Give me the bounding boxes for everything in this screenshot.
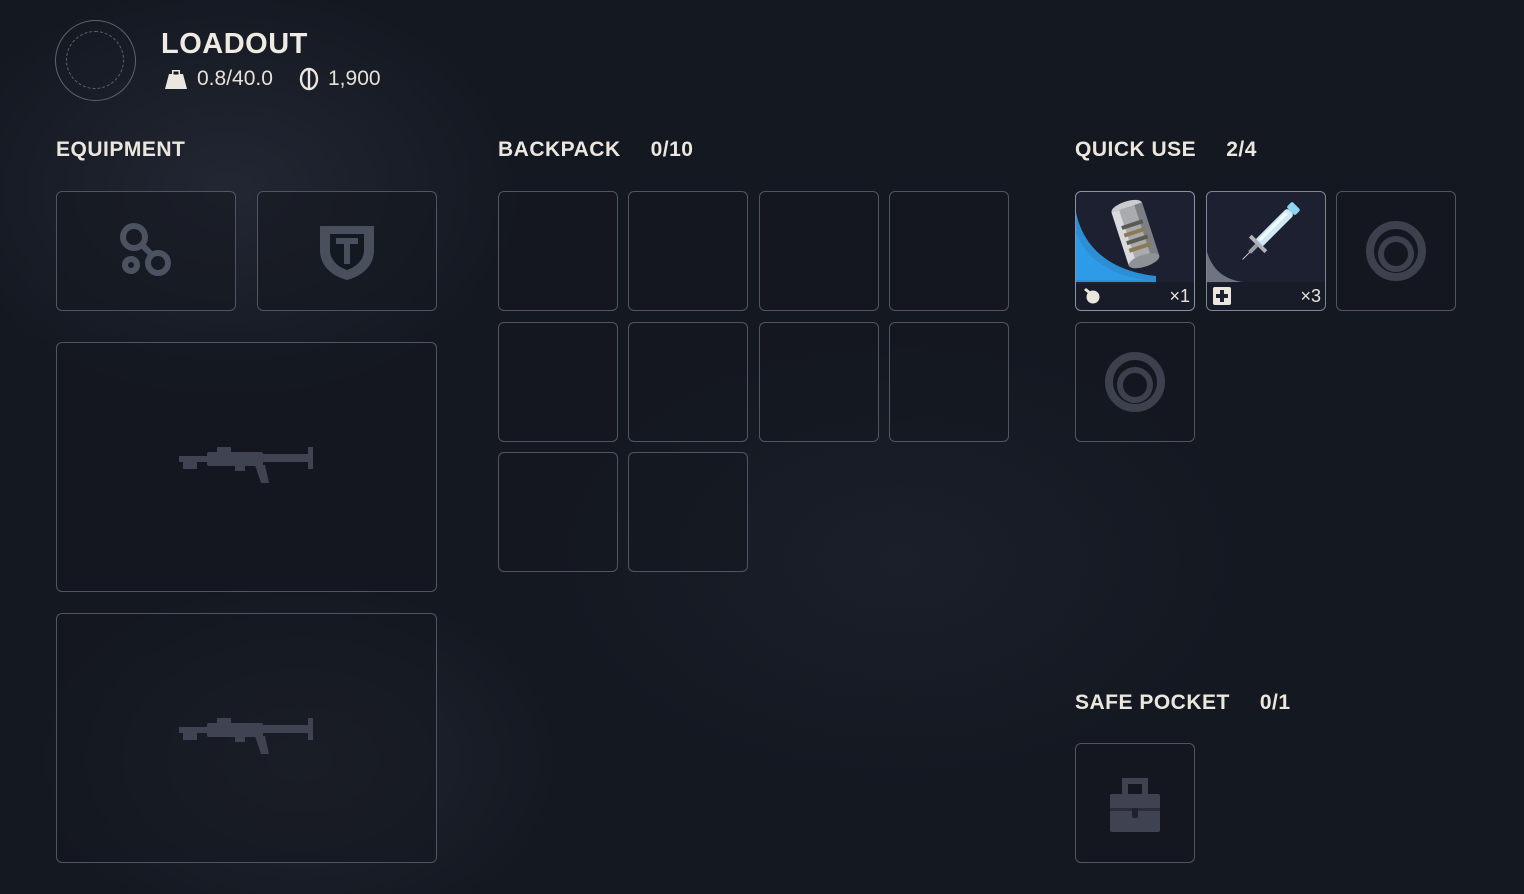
backpack-slot[interactable]: [889, 322, 1009, 442]
coins-value: 1,900: [328, 67, 381, 90]
grenade-canister-icon: [1111, 199, 1160, 269]
quick-use-count: 2/4: [1226, 138, 1257, 161]
weight-icon: [165, 70, 187, 89]
rifle-icon: [178, 447, 313, 483]
quick-use-slot-3[interactable]: [1336, 191, 1456, 311]
item-quantity: ×1: [1169, 286, 1190, 306]
player-avatar[interactable]: [55, 20, 136, 101]
backpack-count: 0/10: [650, 138, 694, 161]
rifle-icon: [178, 718, 313, 754]
equipment-title: EQUIPMENT: [56, 138, 186, 161]
secondary-weapon-slot[interactable]: [56, 613, 437, 863]
coins-stat: 1,900: [298, 66, 381, 92]
quick-use-slot-4[interactable]: [1075, 322, 1195, 442]
backpack-slot[interactable]: [498, 452, 618, 572]
quick-use-header: QUICK USE 2/4: [1075, 137, 1257, 163]
quick-use-title: QUICK USE: [1075, 138, 1197, 161]
coin-icon: [299, 67, 319, 91]
augment-icon: [120, 223, 171, 276]
backpack-slot[interactable]: [759, 191, 879, 311]
quick-use-slot-1[interactable]: ×1: [1075, 191, 1195, 311]
avatar-placeholder-ring: [66, 31, 124, 89]
medical-plus-icon: [1213, 287, 1231, 305]
weight-stat: 0.8/40.0: [163, 66, 273, 92]
backpack-title: BACKPACK: [498, 138, 621, 161]
safe-pocket-slot[interactable]: [1075, 743, 1195, 863]
shield-icon: [320, 226, 374, 280]
backpack-header: BACKPACK 0/10: [498, 137, 693, 163]
page-title: LOADOUT: [161, 28, 308, 60]
item-quantity: ×3: [1300, 286, 1321, 306]
backpack-slot[interactable]: [628, 322, 748, 442]
safe-pocket-title: SAFE POCKET: [1075, 691, 1230, 714]
backpack-slot[interactable]: [498, 322, 618, 442]
primary-weapon-slot[interactable]: [56, 342, 437, 592]
backpack-slot[interactable]: [628, 191, 748, 311]
empty-ring-icon: [1366, 221, 1426, 281]
backpack-slot[interactable]: [628, 452, 748, 572]
backpack-slot[interactable]: [759, 322, 879, 442]
grenade-hand-icon: [1084, 288, 1100, 304]
safe-pocket-count: 0/1: [1259, 691, 1291, 714]
weight-value: 0.8/40.0: [197, 67, 273, 90]
safe-pocket-header: SAFE POCKET 0/1: [1075, 690, 1291, 716]
syringe-icon: [1242, 202, 1300, 260]
backpack-slot[interactable]: [889, 191, 1009, 311]
quick-use-slot-2[interactable]: ×3: [1206, 191, 1326, 311]
augment-slot[interactable]: [56, 191, 236, 311]
lock-icon: [1110, 778, 1160, 832]
equipment-header: EQUIPMENT: [56, 137, 185, 163]
empty-ring-icon: [1105, 352, 1165, 412]
backpack-slot[interactable]: [498, 191, 618, 311]
shield-slot[interactable]: [257, 191, 437, 311]
